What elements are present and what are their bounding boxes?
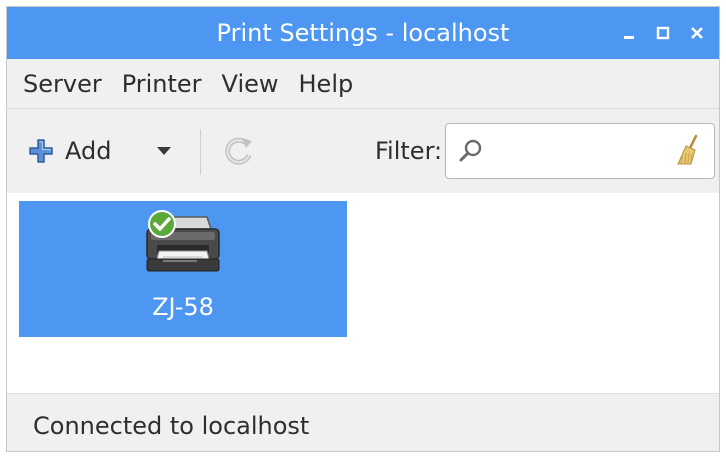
refresh-button[interactable] [221,133,257,169]
minimize-icon [624,36,634,39]
menu-server[interactable]: Server [13,59,112,109]
broom-clear-icon[interactable] [674,134,704,168]
search-icon [459,139,482,162]
menu-printer[interactable]: Printer [112,59,212,109]
title-bar[interactable]: Print Settings - localhost [7,7,719,59]
add-printer-button[interactable]: Add [27,131,111,171]
add-dropdown-button[interactable] [149,135,179,167]
add-button-label: Add [65,137,112,165]
menu-help[interactable]: Help [289,59,364,109]
menu-view[interactable]: View [212,59,289,109]
printer-item-zj-58[interactable]: ZJ-58 [19,201,347,337]
close-button[interactable] [683,19,711,47]
check-badge-icon [148,210,176,238]
printer-list: ZJ-58 [7,193,719,393]
filter-field[interactable] [445,123,715,179]
printer-name: ZJ-58 [152,293,214,321]
toolbar: Add Filter: [7,109,719,193]
refresh-icon [225,137,252,165]
chevron-down-icon [157,147,171,155]
print-settings-window: Print Settings - localhost Server Printe… [6,6,720,452]
maximize-button[interactable] [649,19,677,47]
filter-label: Filter: [375,137,443,165]
minimize-button[interactable] [615,19,643,47]
plus-icon [29,139,53,163]
status-text: Connected to localhost [33,412,310,440]
window-controls [609,7,711,59]
maximize-icon [656,26,670,40]
close-icon [691,27,703,39]
filter-input[interactable] [490,132,672,172]
menu-bar: Server Printer View Help [7,59,719,109]
status-bar: Connected to localhost [7,393,719,451]
toolbar-separator [200,129,201,175]
